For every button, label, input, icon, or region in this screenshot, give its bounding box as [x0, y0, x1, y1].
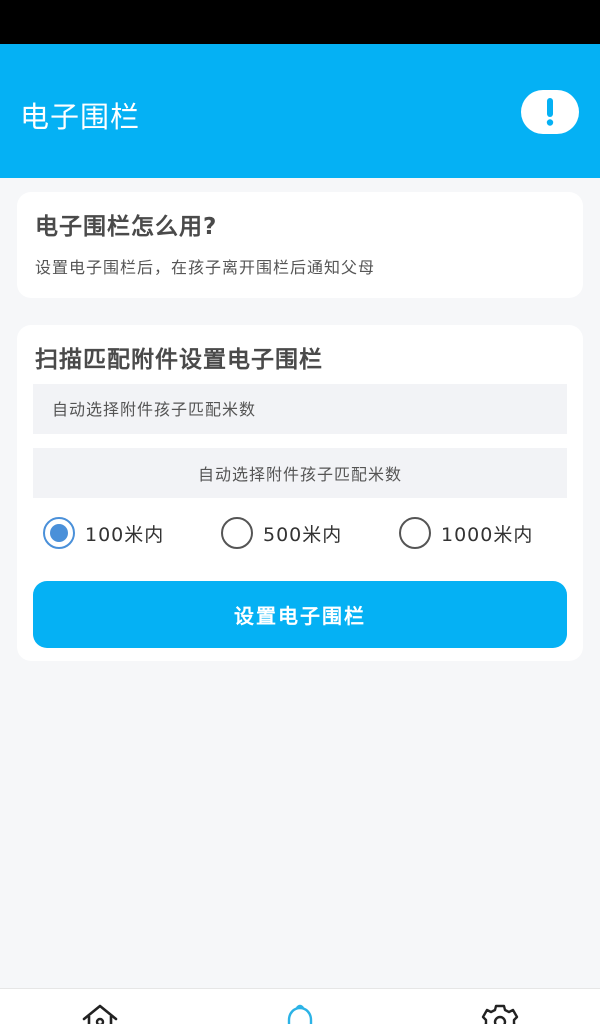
radio-checked-icon: [43, 517, 75, 549]
app-header: 电子围栏: [0, 44, 600, 178]
radio-label: 100米内: [85, 523, 165, 546]
distance-select[interactable]: 自动选择附件孩子匹配米数: [33, 448, 567, 498]
help-description: 设置电子围栏后，在孩子离开围栏后通知父母: [35, 258, 376, 277]
bottom-nav: [0, 988, 600, 1024]
bell-icon: [287, 1004, 313, 1024]
nav-item-settings[interactable]: [478, 1003, 522, 1024]
set-fence-button[interactable]: 设置电子围栏: [33, 581, 567, 648]
page-title: 电子围栏: [20, 100, 141, 134]
home-icon: [82, 1004, 118, 1024]
nav-item-home[interactable]: [78, 1003, 122, 1024]
fence-title: 扫描匹配附件设置电子围栏: [35, 347, 323, 373]
gear-icon: [481, 1004, 519, 1024]
help-card: 电子围栏怎么用? 设置电子围栏后，在孩子离开围栏后通知父母: [17, 192, 583, 298]
nav-item-fence[interactable]: [278, 1003, 322, 1024]
radio-500m[interactable]: 500米内: [221, 515, 342, 551]
radio-100m[interactable]: 100米内: [43, 515, 164, 551]
radio-label: 500米内: [263, 523, 343, 546]
info-button[interactable]: [521, 90, 579, 134]
distance-select-value: 自动选择附件孩子匹配米数: [197, 465, 402, 484]
distance-input[interactable]: [33, 384, 567, 434]
fence-card: 扫描匹配附件设置电子围栏 自动选择附件孩子匹配米数 100米内 500米内 10…: [17, 325, 583, 661]
exclamation-icon: [546, 98, 554, 126]
radio-unchecked-icon: [221, 517, 253, 549]
radio-1000m[interactable]: 1000米内: [399, 515, 533, 551]
distance-radio-group: 100米内 500米内 1000米内: [17, 515, 583, 551]
help-title: 电子围栏怎么用?: [35, 214, 218, 240]
radio-unchecked-icon: [399, 517, 431, 549]
status-bar: [0, 0, 600, 44]
radio-label: 1000米内: [441, 523, 534, 546]
